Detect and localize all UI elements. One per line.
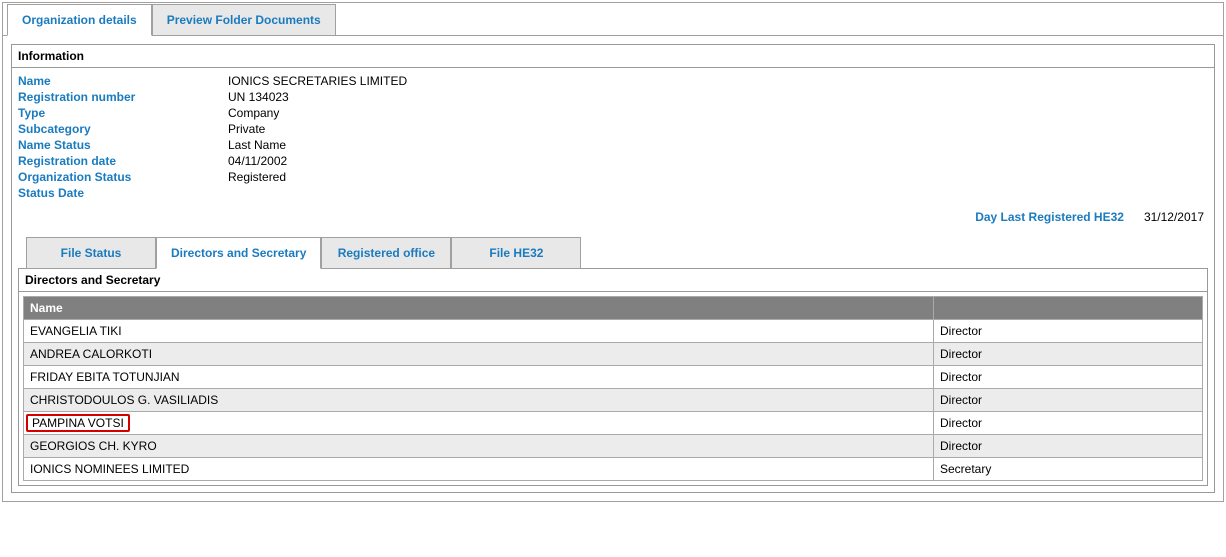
top-tabs: Organization details Preview Folder Docu… xyxy=(7,3,1223,35)
cell-name: FRIDAY EBITA TOTUNJIAN xyxy=(24,366,934,389)
table-row: PAMPINA VOTSI Director xyxy=(24,412,1203,435)
row-type: Type Company xyxy=(18,106,1208,120)
row-registration-number: Registration number UN 134023 xyxy=(18,90,1208,104)
value-name: IONICS SECRETARIES LIMITED xyxy=(228,74,407,88)
cell-role: Director xyxy=(934,435,1203,458)
value-subcategory: Private xyxy=(228,122,265,136)
cell-name: ANDREA CALORKOTI xyxy=(24,343,934,366)
cell-name: IONICS NOMINEES LIMITED xyxy=(24,458,934,481)
directors-panel: Directors and Secretary Name EVANGELIA T… xyxy=(18,268,1208,486)
cell-name: CHRISTODOULOS G. VASILIADIS xyxy=(24,389,934,412)
table-row: IONICS NOMINEES LIMITEDSecretary xyxy=(24,458,1203,481)
table-row: FRIDAY EBITA TOTUNJIANDirector xyxy=(24,366,1203,389)
information-body: Name IONICS SECRETARIES LIMITED Registra… xyxy=(12,68,1214,492)
tab-file-he32[interactable]: File HE32 xyxy=(451,237,581,269)
cell-name: PAMPINA VOTSI xyxy=(24,412,934,435)
row-status-date: Status Date xyxy=(18,186,1208,200)
cell-role: Director xyxy=(934,320,1203,343)
row-name-status: Name Status Last Name xyxy=(18,138,1208,152)
col-header-name: Name xyxy=(24,297,934,320)
label-organization-status: Organization Status xyxy=(18,170,228,184)
tab-registered-office[interactable]: Registered office xyxy=(321,237,451,269)
table-row: EVANGELIA TIKIDirector xyxy=(24,320,1203,343)
value-registration-date: 04/11/2002 xyxy=(228,154,287,168)
cell-role: Director xyxy=(934,412,1203,435)
label-registration-date: Registration date xyxy=(18,154,228,168)
day-last-row: Day Last Registered HE32 31/12/2017 xyxy=(18,202,1208,236)
day-last-value: 31/12/2017 xyxy=(1144,210,1204,224)
label-registration-number: Registration number xyxy=(18,90,228,104)
label-type: Type xyxy=(18,106,228,120)
value-name-status: Last Name xyxy=(228,138,286,152)
table-row: ANDREA CALORKOTIDirector xyxy=(24,343,1203,366)
directors-table-wrap: Name EVANGELIA TIKIDirectorANDREA CALORK… xyxy=(19,292,1207,485)
table-row: CHRISTODOULOS G. VASILIADISDirector xyxy=(24,389,1203,412)
row-subcategory: Subcategory Private xyxy=(18,122,1208,136)
table-row: GEORGIOS CH. KYRODirector xyxy=(24,435,1203,458)
row-registration-date: Registration date 04/11/2002 xyxy=(18,154,1208,168)
tab-file-status[interactable]: File Status xyxy=(26,237,156,269)
day-last-label: Day Last Registered HE32 xyxy=(975,210,1124,224)
tab-organization-details[interactable]: Organization details xyxy=(7,4,152,36)
content-area: Information Name IONICS SECRETARIES LIMI… xyxy=(3,35,1223,501)
sub-tabs: File Status Directors and Secretary Regi… xyxy=(26,236,1208,268)
tab-directors-secretary[interactable]: Directors and Secretary xyxy=(156,237,321,269)
value-registration-number: UN 134023 xyxy=(228,90,289,104)
cell-role: Director xyxy=(934,389,1203,412)
value-type: Company xyxy=(228,106,279,120)
label-name-status: Name Status xyxy=(18,138,228,152)
cell-role: Director xyxy=(934,366,1203,389)
cell-role: Secretary xyxy=(934,458,1203,481)
information-panel: Information Name IONICS SECRETARIES LIMI… xyxy=(11,44,1215,493)
directors-table: Name EVANGELIA TIKIDirectorANDREA CALORK… xyxy=(23,296,1203,481)
cell-role: Director xyxy=(934,343,1203,366)
value-organization-status: Registered xyxy=(228,170,286,184)
page-container: Organization details Preview Folder Docu… xyxy=(2,2,1224,502)
directors-header: Directors and Secretary xyxy=(19,269,1207,292)
cell-name: GEORGIOS CH. KYRO xyxy=(24,435,934,458)
tab-preview-folder-documents[interactable]: Preview Folder Documents xyxy=(152,4,336,36)
information-header: Information xyxy=(12,45,1214,68)
label-name: Name xyxy=(18,74,228,88)
label-status-date: Status Date xyxy=(18,186,228,200)
highlight-annotation: PAMPINA VOTSI xyxy=(26,414,130,432)
col-header-role xyxy=(934,297,1203,320)
row-organization-status: Organization Status Registered xyxy=(18,170,1208,184)
row-name: Name IONICS SECRETARIES LIMITED xyxy=(18,74,1208,88)
cell-name: EVANGELIA TIKI xyxy=(24,320,934,343)
label-subcategory: Subcategory xyxy=(18,122,228,136)
